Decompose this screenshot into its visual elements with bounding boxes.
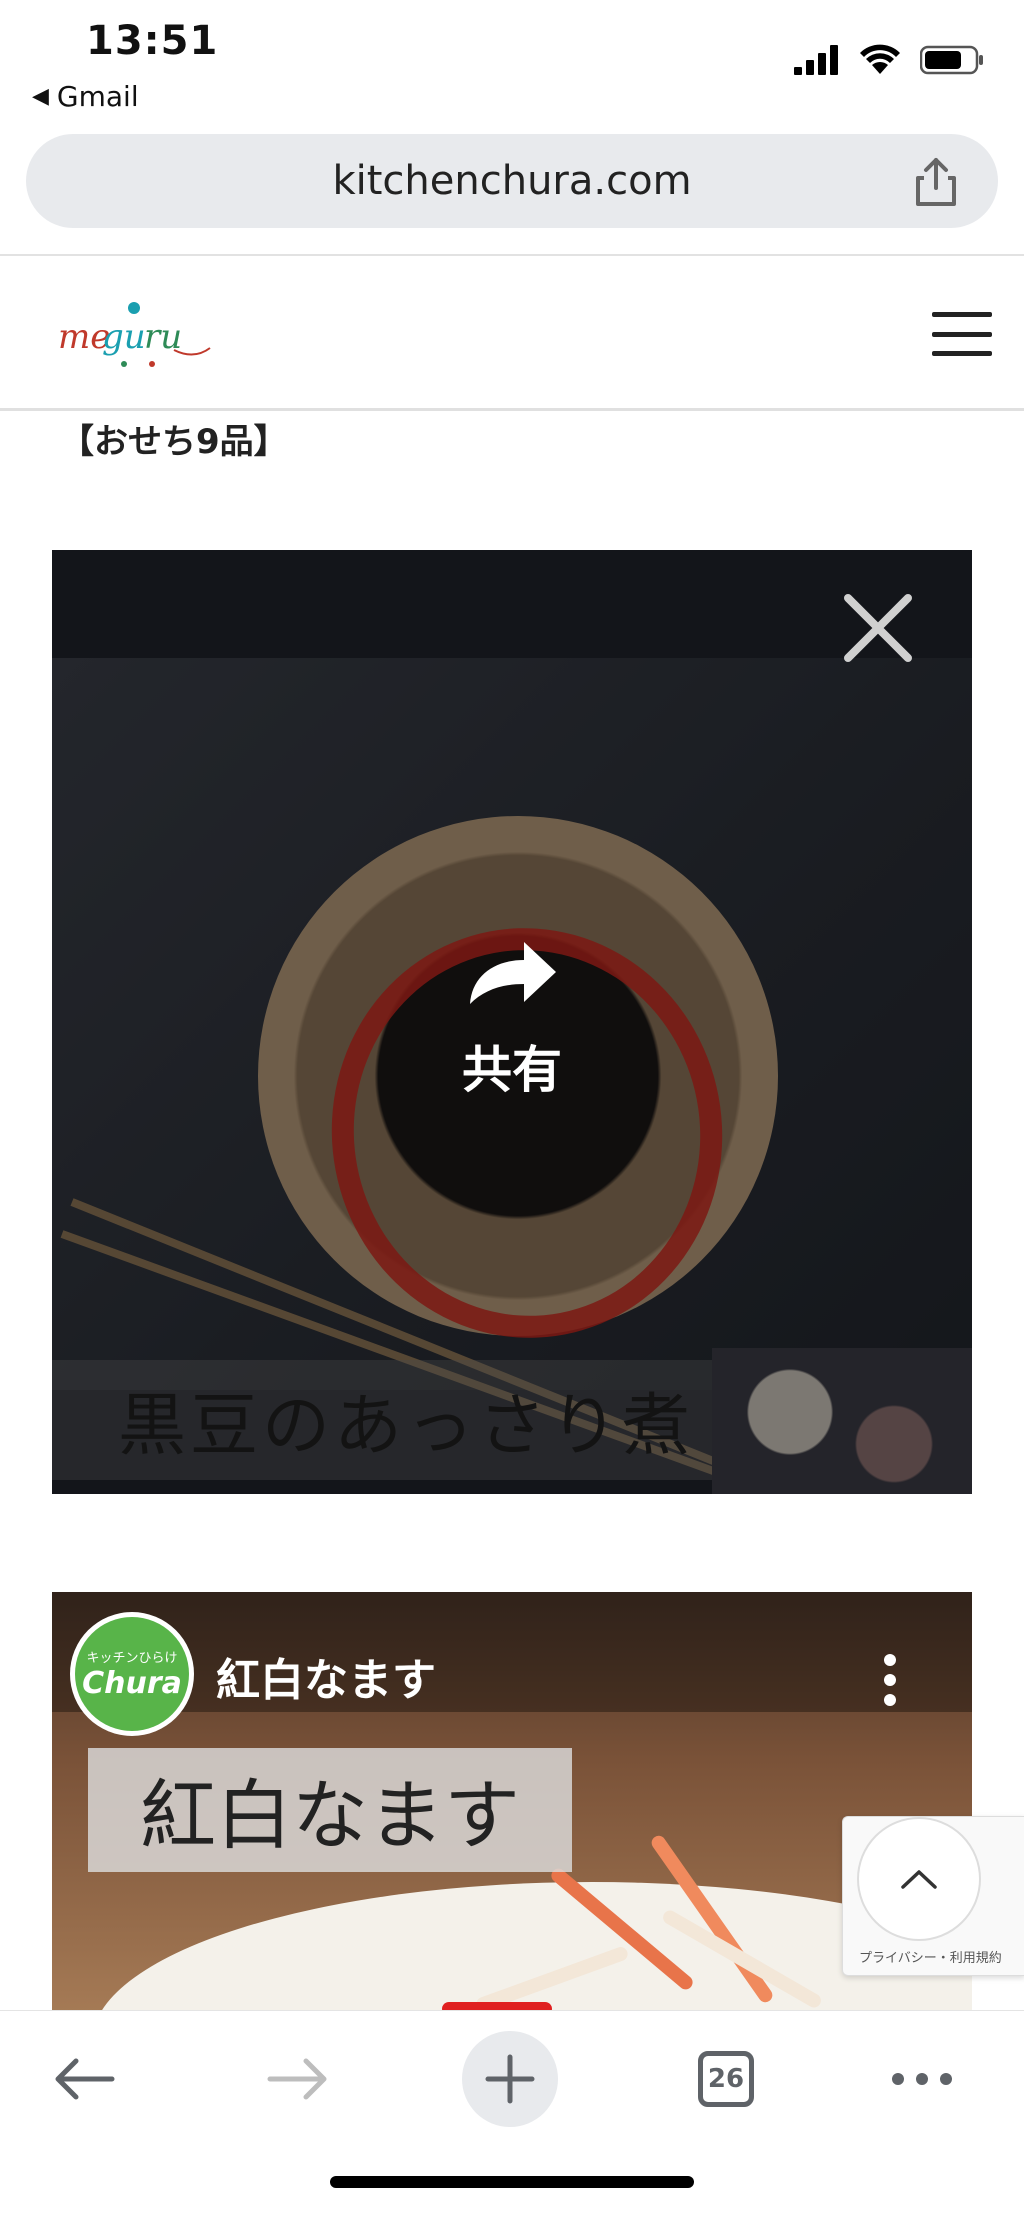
back-to-app-link[interactable]: ◀ Gmail	[32, 80, 139, 113]
avatar-small-text: キッチンひらけ	[86, 1651, 178, 1666]
channel-avatar[interactable]: キッチンひらけ Chura	[70, 1612, 194, 1736]
browser-header-divider	[0, 254, 1024, 256]
tabs-button[interactable]: 26	[676, 2039, 776, 2119]
status-icons	[794, 44, 984, 76]
share-button[interactable]: 共有	[452, 932, 572, 1102]
share-label: 共有	[462, 1041, 562, 1099]
share-icon[interactable]	[908, 154, 964, 210]
wifi-icon	[860, 44, 900, 74]
home-indicator	[330, 2176, 694, 2188]
video-embed-2[interactable]: キッチンひらけ Chura 紅白なます 紅白なます	[52, 1592, 972, 2012]
site-logo[interactable]: me gu ru	[54, 290, 214, 380]
back-button[interactable]	[34, 2039, 134, 2119]
site-header-divider	[0, 408, 1024, 411]
scroll-to-top-button[interactable]	[857, 1817, 981, 1941]
svg-text:gu: gu	[102, 317, 146, 357]
section-heading: 【おせち9品】	[60, 422, 288, 462]
arrow-right-icon	[267, 2058, 327, 2100]
hamburger-menu-icon[interactable]	[932, 312, 992, 356]
plus-icon	[485, 2054, 535, 2104]
avatar-main-text: Chura	[82, 1666, 182, 1701]
more-vertical-icon[interactable]	[884, 1654, 896, 1706]
video-title-overlay-2: 紅白なます	[140, 1771, 520, 1860]
tabs-icon: 26	[698, 2051, 754, 2107]
chevron-up-icon	[901, 1870, 937, 1889]
new-tab-button[interactable]	[462, 2031, 558, 2127]
more-horizontal-icon	[892, 2073, 952, 2085]
video-embed-1[interactable]: 黒豆のあっさり煮 共有	[52, 550, 972, 1494]
more-options-button[interactable]	[872, 2039, 972, 2119]
url-bar[interactable]: kitchenchura.com	[26, 134, 998, 228]
back-app-label: Gmail	[56, 80, 139, 113]
battery-icon	[920, 45, 983, 75]
status-time: 13:51	[86, 18, 219, 64]
recaptcha-links[interactable]: プライバシー・利用規約	[859, 1947, 1002, 1966]
url-text: kitchenchura.com	[332, 158, 692, 204]
signal-icon	[794, 45, 838, 75]
arrow-left-icon	[55, 2058, 115, 2100]
close-icon[interactable]	[840, 590, 916, 666]
recaptcha-badge[interactable]: プライバシー・利用規約	[842, 1816, 1024, 1976]
back-triangle-icon: ◀	[32, 84, 49, 109]
share-arrow-icon	[470, 942, 556, 1004]
tab-count: 26	[707, 2064, 745, 2094]
video-title-2[interactable]: 紅白なます	[216, 1644, 436, 1708]
forward-button[interactable]	[248, 2039, 348, 2119]
